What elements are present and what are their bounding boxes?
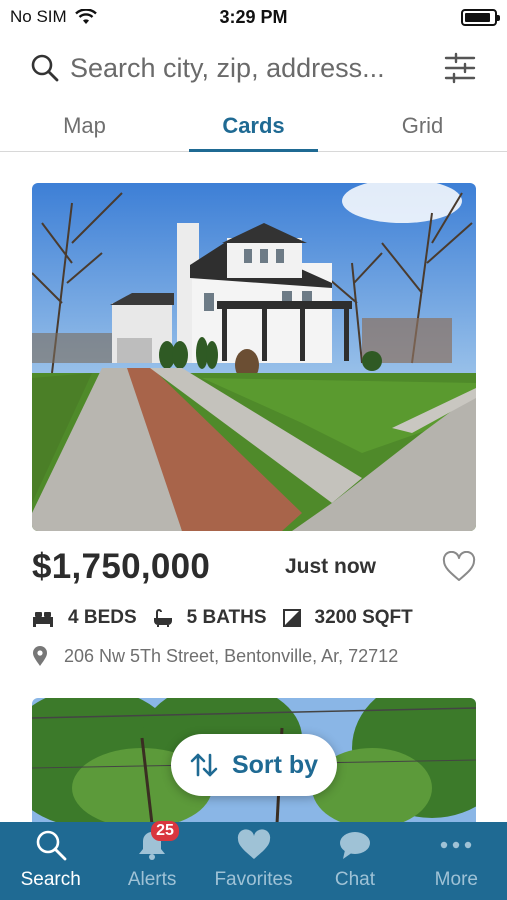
beds-fact: 4 BEDS <box>32 607 137 629</box>
listing-facts: 4 BEDS 5 BATHS 3200 SQFT <box>32 603 476 633</box>
tab-grid[interactable]: Grid <box>338 100 507 151</box>
tab-map[interactable]: Map <box>0 100 169 151</box>
nav-favorites[interactable]: Favorites <box>203 822 304 900</box>
battery-fill <box>465 12 491 22</box>
favorite-heart-icon[interactable] <box>442 551 476 583</box>
carrier-label: No SIM <box>10 7 67 26</box>
sort-arrows-icon <box>190 753 218 777</box>
sort-label: Sort by <box>231 750 319 779</box>
listing-address: 206 Nw 5Th Street, Bentonville, Ar, 7271… <box>64 645 399 666</box>
bed-icon <box>33 612 53 627</box>
beds-label: 4 BEDS <box>68 607 137 628</box>
nav-search[interactable]: Search <box>0 822 101 900</box>
listing-price: $1,750,000 <box>32 547 211 586</box>
listing-card[interactable]: $1,750,000 Just now 4 BEDS 5 BATHS 3200 … <box>32 183 476 679</box>
wifi-icon <box>74 9 97 24</box>
status-bar: No SIM 3:29 PM <box>0 0 507 34</box>
bottom-nav: Search 25 Alerts Favorites Chat More <box>0 821 507 900</box>
nav-alerts-icon-wrap: 25 <box>137 821 179 865</box>
alerts-badge: 25 <box>151 821 179 841</box>
nav-alerts-label: Alerts <box>127 869 177 890</box>
baths-label: 5 BATHS <box>186 607 267 628</box>
area-icon <box>282 609 301 627</box>
listing-address-row: 206 Nw 5Th Street, Bentonville, Ar, 7271… <box>32 633 476 679</box>
nav-more[interactable]: More <box>406 822 507 900</box>
nav-alerts[interactable]: 25 Alerts <box>101 821 202 900</box>
listing-photo[interactable] <box>32 183 476 531</box>
search-icon <box>31 54 59 82</box>
location-pin-icon <box>33 646 47 666</box>
sqft-label: 3200 SQFT <box>314 607 413 628</box>
bathtub-icon <box>153 609 172 627</box>
nav-search-icon-wrap <box>35 825 67 865</box>
more-dots-icon <box>441 841 472 849</box>
tab-cards[interactable]: Cards <box>169 100 338 152</box>
nav-favorites-label: Favorites <box>214 869 293 890</box>
baths-fact: 5 BATHS <box>153 607 267 629</box>
sort-button[interactable]: Sort by <box>171 734 337 796</box>
nav-chat-label: Chat <box>334 869 375 890</box>
nav-favorites-icon-wrap <box>236 825 272 865</box>
sqft-fact: 3200 SQFT <box>282 607 413 629</box>
status-left: No SIM <box>10 7 97 27</box>
battery-icon <box>461 8 500 26</box>
search-bar <box>0 42 507 94</box>
sliders-icon[interactable] <box>443 51 477 85</box>
posted-time: Just now <box>285 555 377 578</box>
nav-more-icon-wrap <box>440 825 472 865</box>
view-tabs: Map Cards Grid <box>0 100 507 152</box>
search-icon <box>36 830 67 861</box>
heart-icon <box>237 829 270 859</box>
nav-search-label: Search <box>20 869 81 890</box>
chat-bubble-icon <box>339 832 370 859</box>
nav-more-label: More <box>434 869 478 890</box>
search-input[interactable] <box>70 52 433 84</box>
nav-chat[interactable]: Chat <box>304 822 405 900</box>
price-row: $1,750,000 Just now <box>32 531 476 603</box>
nav-chat-icon-wrap <box>339 825 371 865</box>
